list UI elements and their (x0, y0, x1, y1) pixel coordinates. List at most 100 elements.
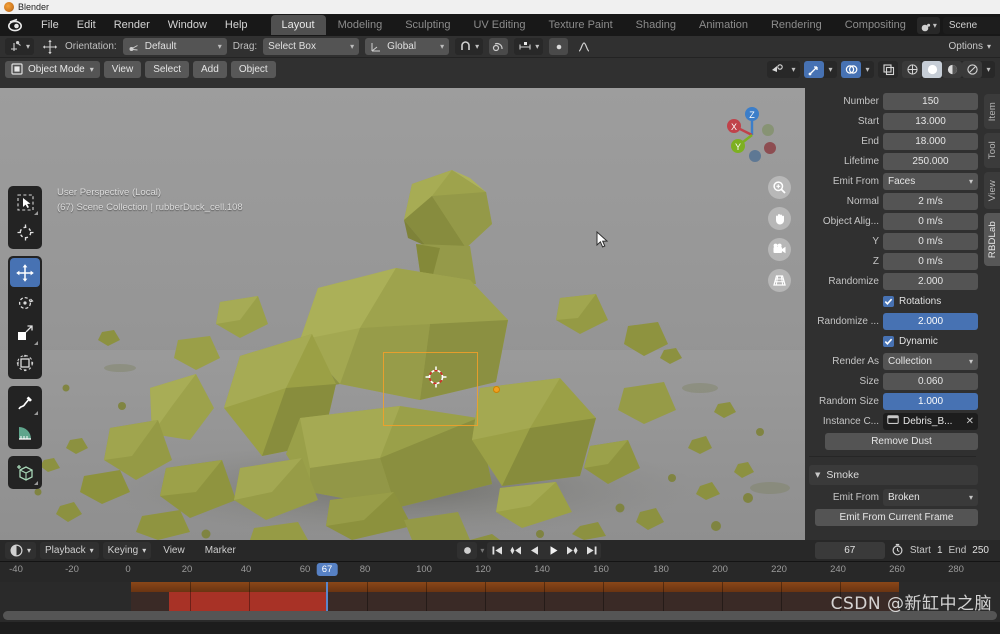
field-randomize[interactable]: 2.000 (883, 273, 978, 290)
transform-orientation-dropdown[interactable]: Global ▾ (365, 38, 449, 55)
chevron-down-icon[interactable]: ▾ (824, 61, 837, 78)
menu-render[interactable]: Render (105, 16, 159, 34)
tab-animation[interactable]: Animation (688, 15, 759, 35)
snapping-toggle[interactable]: ▾ (455, 38, 483, 55)
clear-icon[interactable]: ✕ (966, 416, 974, 427)
scene-browse-button[interactable]: ▾ (917, 17, 940, 34)
field-random-size[interactable]: 1.000 (883, 393, 978, 410)
proportional-edit-icon[interactable] (549, 38, 568, 55)
viewport-menu-add[interactable]: Add (193, 61, 227, 78)
tweak-select-tool[interactable] (10, 188, 40, 217)
jump-to-keyframe-next-icon[interactable] (563, 542, 582, 559)
field-start[interactable]: 13.000 (883, 113, 978, 130)
viewport-menu-view[interactable]: View (104, 61, 142, 78)
drag-dropdown[interactable]: Select Box ▾ (263, 38, 359, 55)
show-overlays-icon[interactable] (841, 61, 861, 78)
playhead[interactable] (326, 582, 328, 612)
play-icon[interactable] (544, 542, 563, 559)
current-frame-badge[interactable]: 67 (317, 563, 338, 576)
tab-rbdlab[interactable]: RBDLab (984, 213, 1000, 266)
tab-tool[interactable]: Tool (984, 133, 1000, 167)
interaction-mode-dropdown[interactable]: Object Mode ▾ (5, 61, 100, 78)
snap-increment-icon[interactable] (489, 38, 508, 55)
field-object-align-z[interactable]: 0 m/s (883, 253, 978, 270)
navigation-gizmo[interactable]: Z X Y (721, 104, 783, 166)
blender-menu-icon[interactable] (8, 17, 26, 33)
transform-tool-icon[interactable]: ▾ (5, 38, 34, 55)
timeline-menu-view[interactable]: View (155, 545, 193, 556)
chevron-down-icon[interactable]: ▾ (787, 61, 800, 78)
viewport-menu-object[interactable]: Object (231, 61, 276, 78)
rendered-shading-icon[interactable] (962, 61, 982, 78)
3d-viewport[interactable]: User Perspective (Local) (67) Scene Coll… (0, 88, 805, 540)
tab-shading[interactable]: Shading (625, 15, 687, 35)
material-preview-icon[interactable] (942, 61, 962, 78)
tab-view[interactable]: View (984, 172, 1000, 209)
tab-rendering[interactable]: Rendering (760, 15, 833, 35)
field-object-align-y[interactable]: 0 m/s (883, 233, 978, 250)
rotate-tool[interactable] (10, 288, 40, 317)
start-frame-value[interactable]: 1 (937, 545, 943, 556)
xray-group[interactable] (878, 61, 898, 78)
toggle-perspective-icon[interactable] (768, 269, 791, 292)
jump-to-end-icon[interactable] (582, 542, 601, 559)
menu-edit[interactable]: Edit (68, 16, 105, 34)
tab-sculpting[interactable]: Sculpting (394, 15, 461, 35)
options-dropdown[interactable]: Options ▾ (949, 41, 995, 52)
menu-file[interactable]: File (32, 16, 68, 34)
smoke-panel-header[interactable]: ▼ Smoke (809, 465, 978, 485)
solid-shading-icon[interactable] (922, 61, 942, 78)
pan-hand-icon[interactable] (768, 207, 791, 230)
menu-help[interactable]: Help (216, 16, 257, 34)
field-randomize-rot[interactable]: 2.000 (883, 313, 978, 330)
object-types-visibility-group[interactable]: ▾ (767, 61, 800, 78)
field-instance-collection[interactable]: Debris_B... ✕ (883, 413, 978, 430)
shading-mode-group[interactable]: ▾ (902, 61, 995, 78)
timeline-menu-keying[interactable]: Keying ▾ (103, 542, 152, 559)
overlays-group[interactable]: ▾ (841, 61, 874, 78)
play-reverse-icon[interactable] (525, 542, 544, 559)
toggle-xray-icon[interactable] (878, 61, 898, 78)
emit-from-current-frame-button[interactable]: Emit From Current Frame (815, 509, 978, 526)
snap-target-dropdown[interactable]: ▾ (514, 38, 543, 55)
remove-dust-button[interactable]: Remove Dust (825, 433, 978, 450)
checkbox-dynamic[interactable]: Dynamic (883, 336, 978, 347)
field-number[interactable]: 150 (883, 93, 978, 110)
move-tool[interactable] (10, 258, 40, 287)
falloff-curve-icon[interactable] (574, 38, 593, 55)
camera-view-icon[interactable] (768, 238, 791, 261)
scale-tool[interactable] (10, 318, 40, 347)
chevron-down-icon[interactable]: ▾ (861, 61, 874, 78)
show-gizmo-icon[interactable] (804, 61, 824, 78)
tab-item[interactable]: Item (984, 94, 1000, 129)
tab-texture-paint[interactable]: Texture Paint (537, 15, 623, 35)
end-frame-value[interactable]: 250 (972, 545, 989, 556)
move-gizmo-icon[interactable] (40, 38, 59, 55)
dropdown-render-as[interactable]: Collection ▾ (883, 353, 978, 370)
tab-compositing[interactable]: Compositing (834, 15, 917, 35)
cursor-tool[interactable] (10, 218, 40, 247)
transform-tool[interactable] (10, 348, 40, 377)
wireframe-shading-icon[interactable] (902, 61, 922, 78)
object-types-visibility-icon[interactable] (767, 61, 787, 78)
scene-name-field[interactable]: Scene (943, 17, 1000, 34)
current-frame-field[interactable]: 67 (815, 542, 885, 559)
checkbox-rotations[interactable]: Rotations (883, 296, 978, 307)
tab-modeling[interactable]: Modeling (327, 15, 394, 35)
field-lifetime[interactable]: 250.000 (883, 153, 978, 170)
zoom-icon[interactable] (768, 176, 791, 199)
jump-to-keyframe-prev-icon[interactable] (506, 542, 525, 559)
tab-layout[interactable]: Layout (271, 15, 326, 35)
gizmo-group[interactable]: ▾ (804, 61, 837, 78)
chevron-down-icon[interactable]: ▾ (982, 61, 995, 78)
timeline-menu-marker[interactable]: Marker (197, 545, 244, 556)
tab-uv-editing[interactable]: UV Editing (462, 15, 536, 35)
annotate-tool[interactable] (10, 388, 40, 417)
viewport-menu-select[interactable]: Select (145, 61, 189, 78)
orientation-dropdown[interactable]: Default ▾ (123, 38, 227, 55)
field-end[interactable]: 18.000 (883, 133, 978, 150)
timeline-editor-type-button[interactable]: ▾ (5, 542, 36, 559)
use-preview-range-icon[interactable] (891, 541, 904, 560)
timeline-menu-playback[interactable]: Playback ▾ (40, 542, 99, 559)
field-size[interactable]: 0.060 (883, 373, 978, 390)
